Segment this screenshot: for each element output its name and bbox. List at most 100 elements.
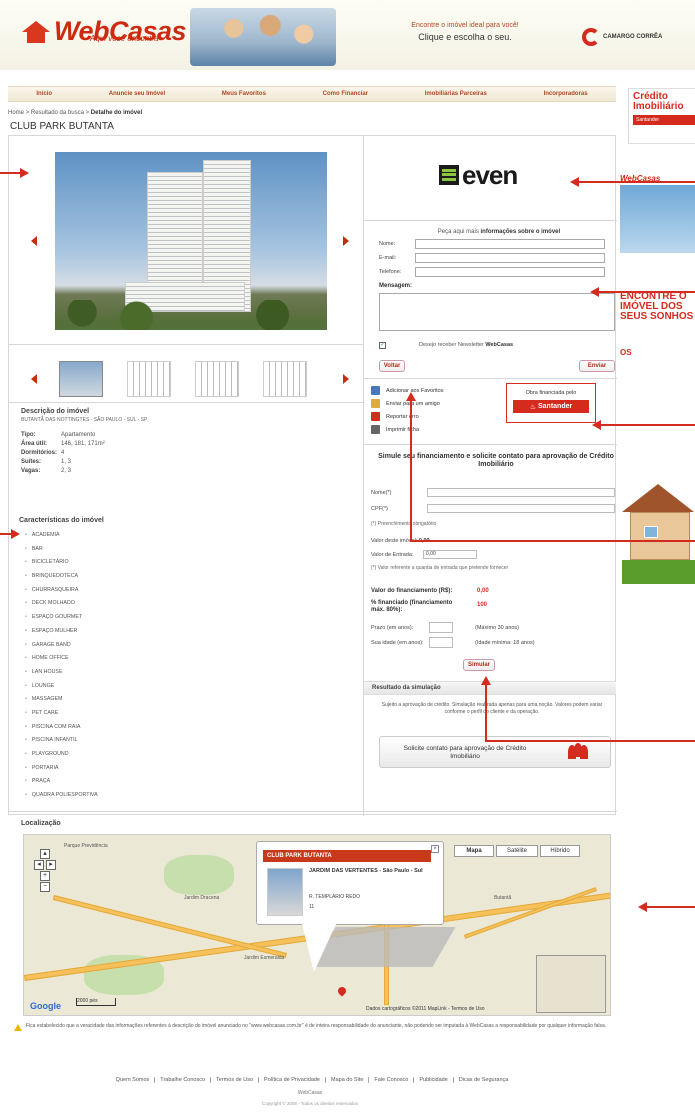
sky-ad-image[interactable]: [620, 185, 695, 253]
footer-brand: WebCasas: [297, 1090, 323, 1096]
map-area-label: Parque Previdência: [64, 843, 108, 849]
map-zoom-control: ▴ ◂ ▸ + −: [34, 849, 56, 893]
map-pin-icon[interactable]: [336, 985, 348, 997]
map-copyright[interactable]: Dados cartográficos ©2011 MapLink - Term…: [366, 1006, 485, 1012]
developer-logo[interactable]: even: [439, 162, 518, 188]
thumbs-next-arrow-icon[interactable]: [343, 374, 349, 384]
send-button[interactable]: Enviar: [579, 360, 615, 372]
even-logo-icon: [439, 165, 459, 185]
phone-row: Telefone:: [379, 267, 605, 277]
name-row: Nome:: [379, 239, 605, 249]
overview-map[interactable]: [536, 955, 606, 1013]
partner-logo[interactable]: CAMARGO CORRÊA: [582, 28, 662, 46]
map-type-hybrid-button[interactable]: Híbrido: [540, 845, 580, 857]
info-window-title: CLUB PARK BUTANTA: [263, 850, 431, 862]
footer-link[interactable]: Dicas de Segurança: [454, 1077, 514, 1083]
map-type-satellite-button[interactable]: Satélite: [496, 845, 538, 857]
thumbnail-2[interactable]: [127, 361, 171, 397]
form-title-prefix: Peça aqui mais: [437, 229, 479, 235]
nav-item-imobiliarias[interactable]: Imobiliárias Parceiras: [425, 91, 487, 97]
sim-name-input[interactable]: [427, 488, 615, 497]
financing-badge[interactable]: Obra financiada pelo ♨ Santander: [506, 383, 596, 423]
google-logo[interactable]: Google: [30, 1001, 61, 1011]
zoom-in-icon[interactable]: +: [40, 871, 50, 881]
breadcrumb-home[interactable]: Home: [8, 110, 24, 116]
list-item: LOUNGE: [25, 682, 98, 696]
promo-line-1: Encontre o imóvel ideal para você!: [411, 22, 519, 29]
sim-cpf-input[interactable]: [427, 504, 615, 513]
age-row: Sua idade (em anos): (Idade mínima: 18 a…: [371, 637, 535, 648]
financed-pct-label: % financiado (financiamento máx. 80%):: [371, 600, 453, 613]
footer-link[interactable]: Termos de Uso: [211, 1077, 260, 1083]
down-payment-input[interactable]: 0,00: [423, 550, 477, 559]
nav-item-incorporadoras[interactable]: Incorporadoras: [544, 91, 588, 97]
gallery-next-arrow-icon[interactable]: [343, 236, 349, 246]
nav-item-favoritos[interactable]: Meus Favoritos: [222, 91, 266, 97]
footer-link[interactable]: Mapa do Site: [326, 1077, 370, 1083]
pan-left-icon[interactable]: ◂: [34, 860, 44, 870]
footer-link[interactable]: Política de Privacidade: [259, 1077, 326, 1083]
credito-ad[interactable]: Crédito Imobiliário Santander: [628, 88, 695, 144]
trees: [55, 300, 327, 330]
name-input[interactable]: [415, 239, 605, 249]
property-photo[interactable]: [55, 152, 327, 330]
breadcrumb-results[interactable]: Resultado da busca: [31, 110, 84, 116]
simulator-title: Simule seu financiamento e solicite cont…: [378, 453, 614, 468]
credito-title: Crédito Imobiliário: [633, 91, 684, 112]
location-map[interactable]: Parque Previdência Jardim Esmeralda Jard…: [23, 834, 611, 1016]
list-item: LAN HOUSE: [25, 668, 98, 682]
callout-line: [600, 424, 695, 426]
santander-logo: ♨ Santander: [513, 400, 589, 413]
footer-link[interactable]: Trabalhe Conosco: [155, 1077, 212, 1083]
footer-link[interactable]: Quem Somos: [111, 1077, 156, 1083]
gallery-prev-arrow-icon[interactable]: [31, 236, 37, 246]
email-input[interactable]: [415, 253, 605, 263]
breadcrumb-current: Detalhe do imóvel: [90, 110, 143, 116]
spec-value: 2, 3: [61, 468, 72, 474]
nav-item-inicio[interactable]: Início: [36, 91, 52, 97]
road: [52, 895, 287, 958]
result-text: Sujeito a aprovação de crédito. Simulaçã…: [381, 702, 603, 715]
list-item: ESPAÇO GOURMET: [25, 613, 98, 627]
divider: [9, 402, 363, 403]
promo-banner[interactable]: Encontre o imóvel ideal para você! Cliqu…: [380, 22, 550, 42]
info-window-street: R. TEMPLÁRIO REDO: [309, 894, 361, 900]
pan-right-icon[interactable]: ▸: [46, 860, 56, 870]
breadcrumb-separator: >: [25, 110, 30, 116]
message-textarea[interactable]: [379, 293, 615, 331]
map-type-map-button[interactable]: Mapa: [454, 845, 494, 857]
callout-line: [0, 172, 20, 174]
encontre-ad-text[interactable]: ENCONTRE O IMÓVEL DOS SEUS SONHOS: [620, 292, 695, 322]
close-icon[interactable]: ×: [431, 845, 439, 853]
form-title-bold: informações sobre o imóvel: [480, 229, 561, 235]
warning-icon: [371, 412, 380, 421]
simulate-button[interactable]: Simular: [463, 659, 495, 671]
list-item: CHURRASQUEIRA: [25, 586, 98, 600]
zoom-out-icon[interactable]: −: [40, 882, 50, 892]
back-button[interactable]: Voltar: [379, 360, 405, 372]
newsletter-checkbox[interactable]: ✓: [379, 342, 386, 349]
footer-link[interactable]: Publicidade: [414, 1077, 454, 1083]
age-input[interactable]: [429, 637, 453, 648]
nav-item-financiar[interactable]: Como Financiar: [323, 91, 368, 97]
family-banner-image[interactable]: [190, 8, 336, 66]
partner-name: CAMARGO CORRÊA: [603, 34, 663, 40]
thumbnail-3[interactable]: [195, 361, 239, 397]
footer-link[interactable]: Fale Conosco: [369, 1077, 415, 1083]
print-icon: [371, 425, 380, 434]
list-item: BRINQUEDOTECA: [25, 572, 98, 586]
list-item: PISCINA INFANTIL: [25, 736, 98, 750]
map-area-label: Butantã: [494, 895, 512, 901]
pan-up-icon[interactable]: ▴: [40, 849, 50, 859]
thumbs-prev-arrow-icon[interactable]: [31, 374, 37, 384]
divider: [364, 444, 617, 445]
favorites-icon: [371, 386, 380, 395]
nav-item-anuncie[interactable]: Anuncie seu Imóvel: [109, 91, 165, 97]
thumbnail-1[interactable]: [59, 361, 103, 397]
phone-input[interactable]: [415, 267, 605, 277]
list-item: PET CARE: [25, 709, 98, 723]
thumbnail-4[interactable]: [263, 361, 307, 397]
list-item: BICICLETÁRIO: [25, 558, 98, 572]
house-ad-image[interactable]: [622, 474, 695, 584]
term-input[interactable]: [429, 622, 453, 633]
